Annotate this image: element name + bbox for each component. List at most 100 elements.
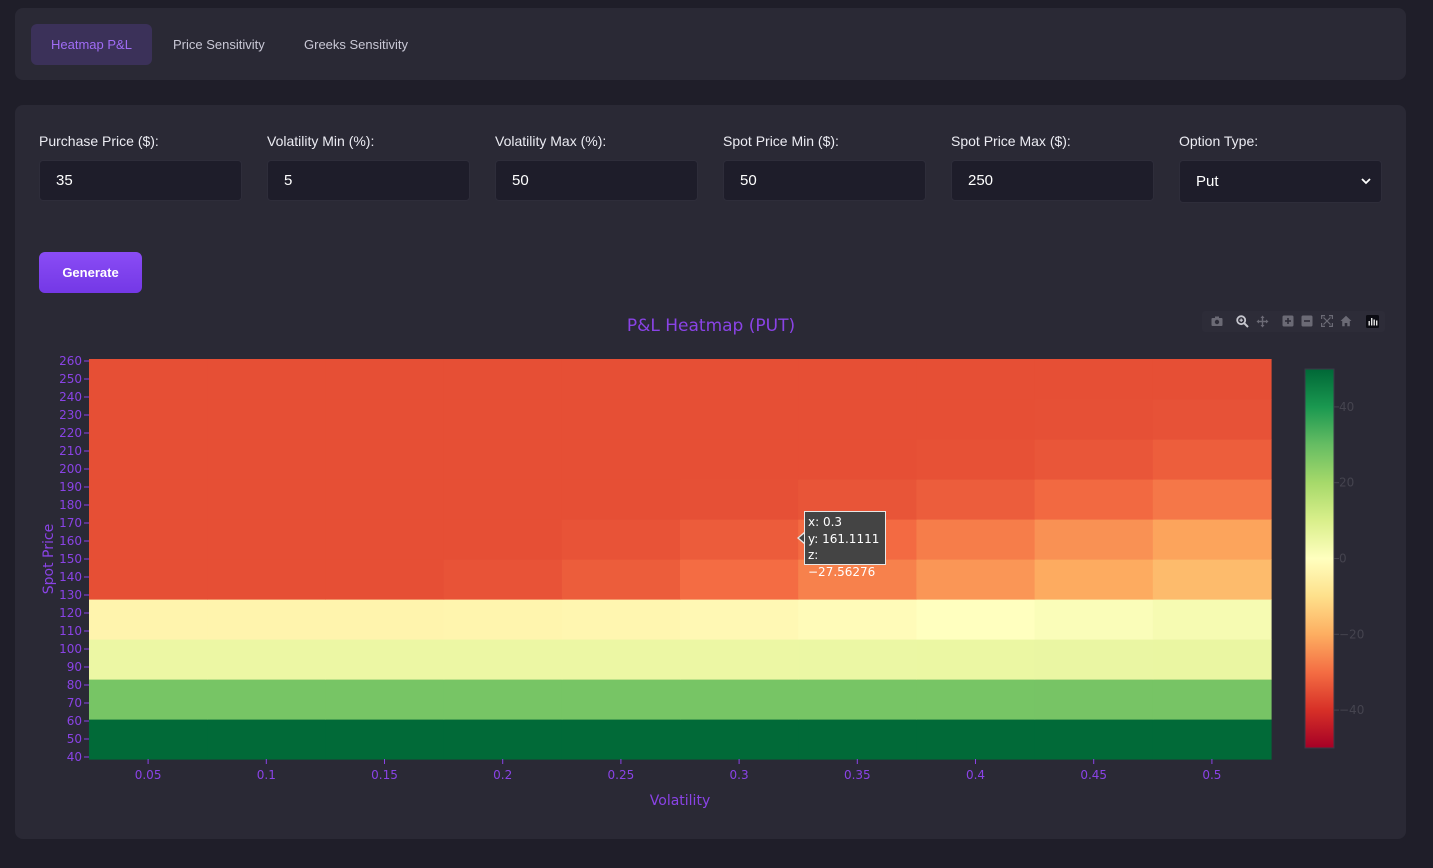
- tooltip-y: y: 161.1111: [808, 531, 880, 546]
- heatmap-cell: [561, 639, 681, 680]
- heatmap-cell: [325, 399, 445, 440]
- heatmap-cell: [207, 679, 326, 720]
- heatmap-cell: [1034, 679, 1154, 720]
- x-tick-label: 0.1: [257, 768, 276, 782]
- heatmap-cell: [89, 519, 208, 560]
- heatmap-cell: [443, 599, 563, 640]
- heatmap-cell: [680, 399, 799, 440]
- heatmap-cell: [443, 359, 563, 400]
- heatmap-cell: [89, 399, 208, 440]
- heatmap-cell: [916, 399, 1036, 440]
- heatmap-cell: [561, 439, 681, 480]
- x-tick-label: 0.2: [493, 768, 512, 782]
- heatmap-cell: [680, 439, 799, 480]
- heatmap-cell: [916, 599, 1036, 640]
- heatmap-cell: [1152, 719, 1272, 760]
- heatmap-cell: [89, 719, 208, 760]
- heatmap-cell: [916, 439, 1036, 480]
- zoom-out-icon[interactable]: [1300, 314, 1314, 328]
- hover-tooltip: x: 0.3 y: 161.1111 z: −27.56276: [804, 511, 886, 579]
- heatmap-cell: [207, 719, 326, 760]
- heatmap-cell: [561, 679, 681, 720]
- plotly-logo-icon[interactable]: [1365, 314, 1379, 328]
- colorbar-tick-label: 40: [1339, 400, 1354, 414]
- heatmap-cell: [916, 359, 1036, 400]
- heatmap-cell: [1152, 439, 1272, 480]
- heatmap-cell: [325, 559, 445, 600]
- heatmap-cell: [1034, 359, 1154, 400]
- heatmap-cell: [443, 439, 563, 480]
- heatmap-cell: [89, 599, 208, 640]
- heatmap-cell: [1034, 439, 1154, 480]
- heatmap-cell: [798, 359, 917, 400]
- heatmap-cell: [1034, 599, 1154, 640]
- heatmap-cell: [207, 439, 326, 480]
- colorbar-tick-label: −40: [1339, 703, 1364, 717]
- heatmap-cell: [207, 519, 326, 560]
- heatmap-cell: [680, 679, 799, 720]
- y-tick-label: 40: [67, 750, 82, 764]
- heatmap-cell: [325, 719, 445, 760]
- y-tick-label: 200: [59, 462, 82, 476]
- x-tick-label: 0.35: [844, 768, 871, 782]
- y-axis-title: Spot Price: [41, 524, 57, 594]
- x-axis-title: Volatility: [650, 793, 710, 809]
- tooltip-z: z: −27.56276: [808, 548, 876, 579]
- y-tick-label: 130: [59, 588, 82, 602]
- heatmap-cell: [680, 559, 799, 600]
- home-icon[interactable]: [1339, 314, 1353, 328]
- heatmap-cell: [207, 639, 326, 680]
- heatmap-cell: [1034, 519, 1154, 560]
- y-tick-label: 250: [59, 372, 82, 386]
- heatmap-cell: [1152, 559, 1272, 600]
- heatmap-cell: [89, 359, 208, 400]
- heatmap-cell: [798, 399, 917, 440]
- heatmap-cell: [798, 679, 917, 720]
- zoom-in-icon[interactable]: [1281, 314, 1295, 328]
- y-tick-label: 70: [67, 696, 82, 710]
- heatmap-cell: [916, 479, 1036, 520]
- heatmap-cell: [680, 519, 799, 560]
- heatmap-cell: [1152, 639, 1272, 680]
- heatmap-cell: [680, 479, 799, 520]
- heatmap-cell: [798, 639, 917, 680]
- y-tick-label: 50: [67, 732, 82, 746]
- zoom-icon[interactable]: [1235, 314, 1249, 328]
- y-tick-label: 190: [59, 480, 82, 494]
- y-tick-label: 260: [59, 354, 82, 368]
- heatmap-cell: [443, 479, 563, 520]
- y-tick-label: 60: [67, 714, 82, 728]
- heatmap-cell: [1152, 479, 1272, 520]
- x-tick-label: 0.45: [1080, 768, 1107, 782]
- pan-icon[interactable]: [1255, 314, 1269, 328]
- colorbar-tick-label: −20: [1339, 627, 1364, 641]
- heatmap-cell: [207, 359, 326, 400]
- camera-icon[interactable]: [1210, 314, 1224, 328]
- heatmap-cell: [89, 559, 208, 600]
- heatmap-cell: [207, 479, 326, 520]
- heatmap-cell: [1034, 559, 1154, 600]
- heatmap-cell: [916, 719, 1036, 760]
- heatmap-cell: [443, 519, 563, 560]
- y-tick-label: 140: [59, 570, 82, 584]
- x-tick-label: 0.25: [608, 768, 635, 782]
- chart-toolbar: [1202, 311, 1385, 332]
- y-tick-label: 80: [67, 678, 82, 692]
- heatmap-cell: [443, 639, 563, 680]
- heatmap-cell: [1152, 359, 1272, 400]
- heatmap-cell: [680, 359, 799, 400]
- autoscale-icon[interactable]: [1320, 314, 1334, 328]
- heatmap-cell: [89, 639, 208, 680]
- x-tick-label: 0.5: [1202, 768, 1221, 782]
- tooltip-x: x: 0.3: [808, 515, 843, 529]
- heatmap-cell: [680, 719, 799, 760]
- y-tick-label: 230: [59, 408, 82, 422]
- heatmap-cell: [443, 399, 563, 440]
- heatmap-cell: [325, 639, 445, 680]
- y-tick-label: 240: [59, 390, 82, 404]
- heatmap-cell: [325, 439, 445, 480]
- heatmap-cell: [561, 719, 681, 760]
- heatmap-cell: [207, 599, 326, 640]
- y-tick-label: 150: [59, 552, 82, 566]
- heatmap-cell: [325, 679, 445, 720]
